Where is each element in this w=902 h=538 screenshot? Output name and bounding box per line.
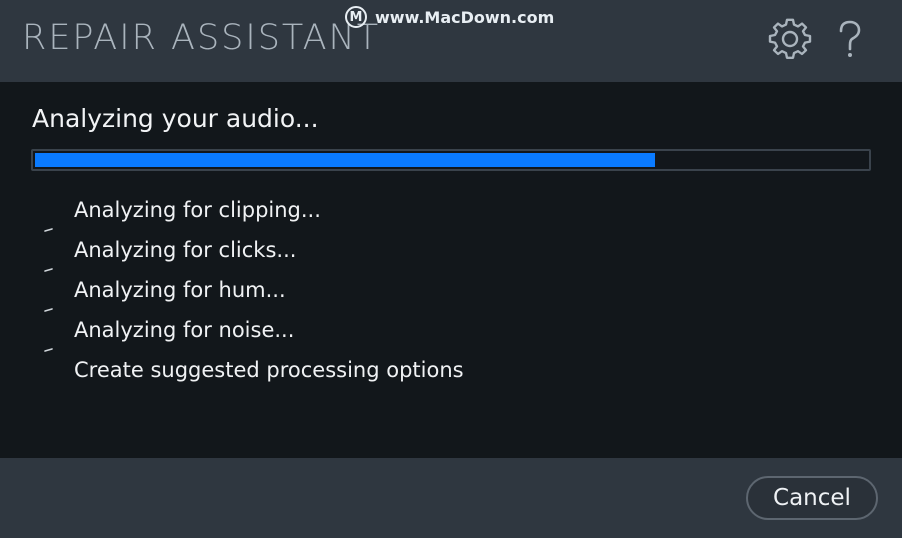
step-label: Analyzing for hum... xyxy=(74,278,286,302)
cancel-button[interactable]: Cancel xyxy=(746,476,878,520)
spinner-icon xyxy=(44,348,53,352)
watermark-logo-icon: M xyxy=(345,6,367,28)
watermark: M www.MacDown.com xyxy=(345,6,554,28)
step-label: Analyzing for clipping... xyxy=(74,198,321,222)
spinner-icon xyxy=(44,228,53,232)
step-item: Analyzing for noise... xyxy=(0,318,902,358)
step-item: Analyzing for clipping... xyxy=(0,198,902,238)
progress-fill xyxy=(35,153,655,167)
step-label: Analyzing for noise... xyxy=(74,318,295,342)
step-item: Create suggested processing options xyxy=(0,358,902,398)
title-bar: REPAIR ASSISTANT M www.MacDown.com xyxy=(0,0,902,82)
step-item: Analyzing for hum... xyxy=(0,278,902,318)
gear-icon[interactable] xyxy=(768,18,812,62)
status-text: Analyzing your audio... xyxy=(32,104,319,133)
spinner-icon xyxy=(44,268,53,272)
step-item: Analyzing for clicks... xyxy=(0,238,902,278)
footer-bar: Cancel xyxy=(0,458,902,538)
step-label: Analyzing for clicks... xyxy=(74,238,297,262)
watermark-text: www.MacDown.com xyxy=(375,7,555,27)
step-label: Create suggested processing options xyxy=(74,358,464,382)
progress-bar xyxy=(31,149,871,171)
spinner-icon xyxy=(44,308,53,312)
window-title: REPAIR ASSISTANT xyxy=(22,18,381,58)
main-panel: Analyzing your audio... Analyzing for cl… xyxy=(0,82,902,458)
help-icon[interactable] xyxy=(832,18,868,62)
